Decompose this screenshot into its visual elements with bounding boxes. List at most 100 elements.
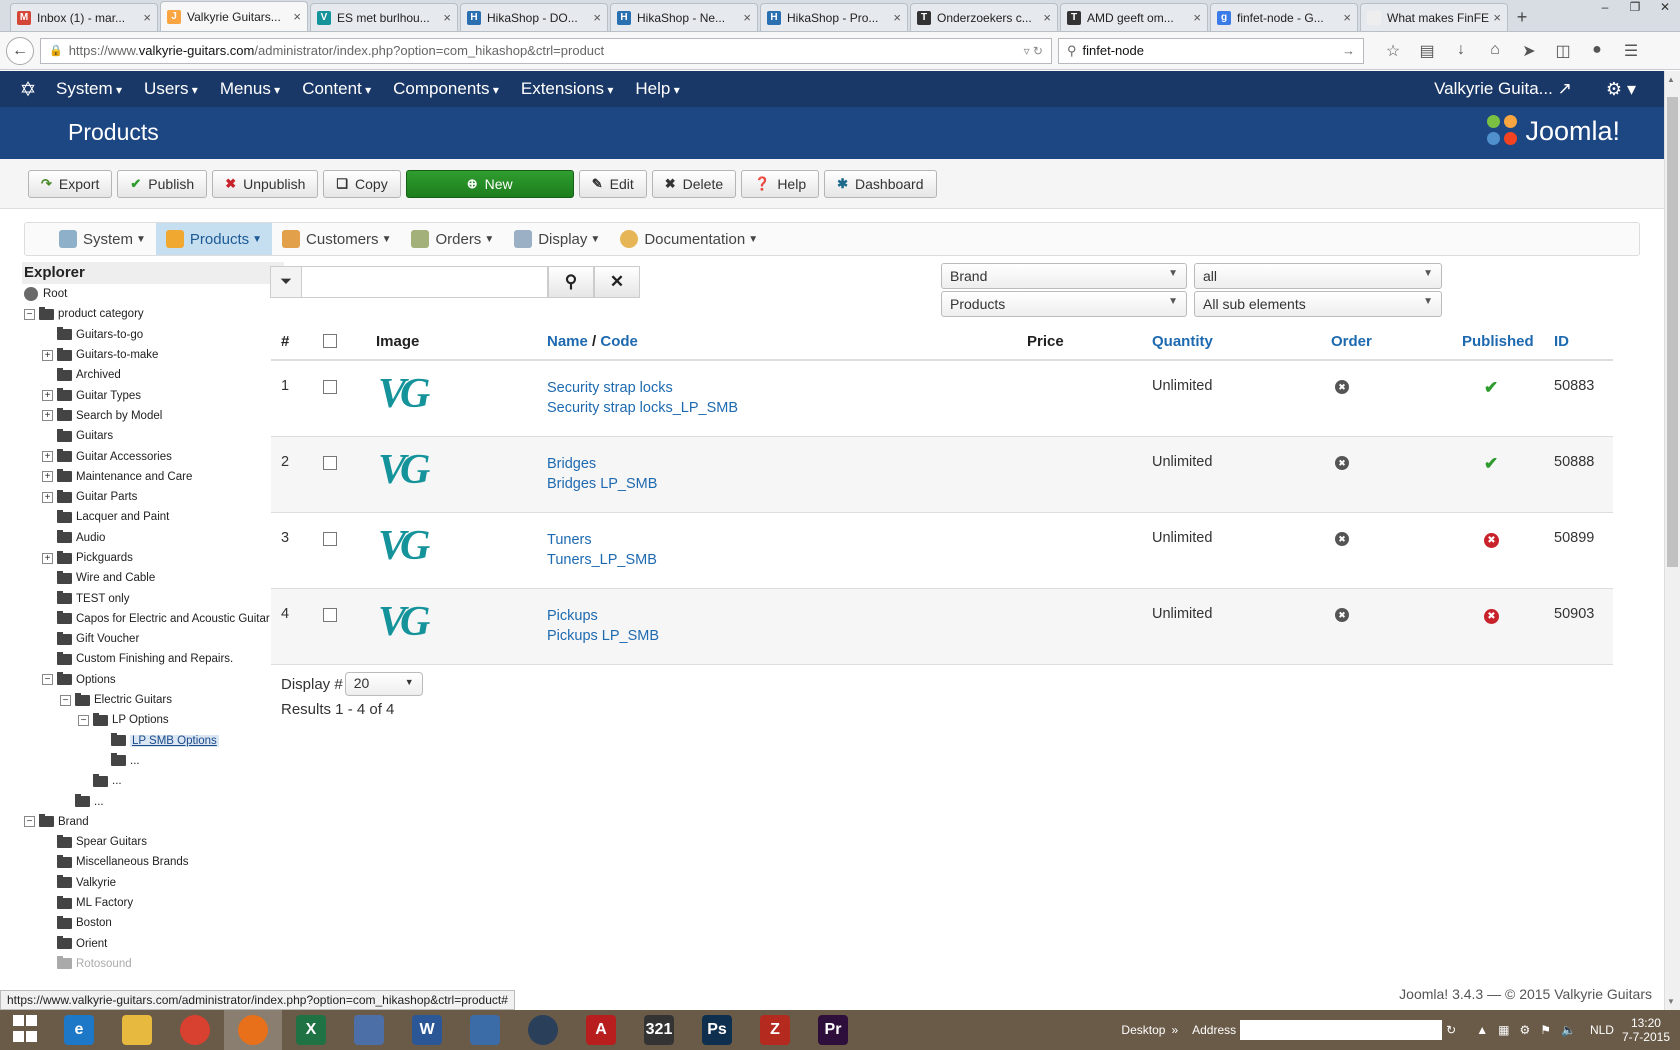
- hika-menu-display[interactable]: Display ▼: [504, 223, 610, 255]
- sort-by-order[interactable]: Order: [1331, 324, 1462, 361]
- tab-close-icon[interactable]: ×: [1043, 10, 1051, 25]
- dashboard-button[interactable]: ✱ Dashboard: [824, 169, 937, 198]
- row-checkbox[interactable]: [323, 380, 337, 394]
- browser-tab[interactable]: V ES met burlhou... ×: [310, 3, 458, 31]
- new-tab-button[interactable]: +: [1510, 5, 1534, 31]
- expand-plus-icon[interactable]: +: [42, 552, 53, 564]
- tree-node[interactable]: ...: [22, 751, 284, 771]
- display-count-select[interactable]: 20 ▼: [344, 672, 423, 696]
- tree-node[interactable]: Root: [22, 284, 284, 304]
- tree-node[interactable]: ...: [22, 771, 284, 791]
- tree-node[interactable]: Miscellaneous Brands: [22, 852, 284, 872]
- product-image-vg-logo[interactable]: VG: [378, 601, 547, 643]
- browser-tab[interactable]: T AMD geeft om... ×: [1060, 3, 1208, 31]
- product-code-link[interactable]: Bridges LP_SMB: [547, 474, 1027, 494]
- tree-node[interactable]: − Electric Guitars: [22, 690, 284, 710]
- taskbar-app-chrome[interactable]: [166, 1010, 224, 1050]
- tab-close-icon[interactable]: ×: [1343, 10, 1351, 25]
- order-remove-icon[interactable]: ✖: [1335, 455, 1349, 470]
- clear-search-button[interactable]: ✕: [594, 266, 640, 298]
- edit-button[interactable]: ✎ Edit: [578, 169, 647, 198]
- joomla-small-logo-icon[interactable]: ✡: [0, 77, 56, 102]
- scroll-up-icon[interactable]: ▲: [1667, 75, 1675, 84]
- taskbar-app-pen[interactable]: [340, 1010, 398, 1050]
- tree-node[interactable]: Spear Guitars: [22, 832, 284, 852]
- tree-node[interactable]: Gift Voucher: [22, 629, 284, 649]
- collapse-minus-icon[interactable]: −: [42, 674, 53, 686]
- browser-tab[interactable]: H HikaShop - Ne... ×: [610, 3, 758, 31]
- tab-close-icon[interactable]: ×: [293, 9, 301, 24]
- product-code-link[interactable]: Tuners_LP_SMB: [547, 550, 1027, 570]
- tab-close-icon[interactable]: ×: [743, 10, 751, 25]
- home-icon[interactable]: ⌂: [1478, 41, 1512, 61]
- page-scrollbar[interactable]: ▲ ▼: [1664, 71, 1680, 1010]
- sub-elements-select[interactable]: All sub elements ▼: [1194, 291, 1442, 317]
- browser-tab[interactable]: M Inbox (1) - mar... ×: [10, 3, 158, 31]
- export-button[interactable]: ↷ Export: [28, 169, 113, 198]
- tree-node[interactable]: Boston: [22, 913, 284, 933]
- tab-close-icon[interactable]: ×: [143, 10, 151, 25]
- refresh-icon[interactable]: ↻: [1446, 1023, 1456, 1037]
- chevron-icon[interactable]: »: [1171, 1023, 1178, 1037]
- reading-list-icon[interactable]: ▤: [1410, 41, 1444, 61]
- order-remove-icon[interactable]: ✖: [1335, 380, 1349, 394]
- product-image-vg-logo[interactable]: VG: [378, 449, 547, 491]
- taskbar-app-steam[interactable]: [514, 1010, 572, 1050]
- browser-tab[interactable]: g finfet-node - G... ×: [1210, 3, 1358, 31]
- taskbar-app-ie[interactable]: e: [50, 1010, 108, 1050]
- chat-icon[interactable]: ●: [1580, 41, 1614, 61]
- tree-node[interactable]: Valkyrie: [22, 873, 284, 893]
- tab-close-icon[interactable]: ×: [893, 10, 901, 25]
- tree-node[interactable]: − Options: [22, 670, 284, 690]
- pocket-icon[interactable]: ◫: [1546, 41, 1580, 61]
- delete-button[interactable]: ✖ Delete: [651, 169, 737, 198]
- site-link[interactable]: Valkyrie Guita... ↗: [1434, 79, 1572, 99]
- browser-tab[interactable]: T Onderzoekers c... ×: [910, 3, 1058, 31]
- search-button[interactable]: ⚲: [548, 266, 594, 298]
- type-filter-select[interactable]: Products ▼: [941, 291, 1187, 317]
- restore-icon[interactable]: ❐: [1620, 0, 1650, 20]
- expand-plus-icon[interactable]: +: [42, 491, 53, 503]
- product-name-link[interactable]: Bridges: [547, 454, 1027, 474]
- all-filter-select[interactable]: all ▼: [1194, 263, 1442, 289]
- taskbar-app-filezilla[interactable]: Z: [746, 1010, 804, 1050]
- expand-plus-icon[interactable]: +: [42, 349, 53, 361]
- expand-plus-icon[interactable]: +: [42, 390, 53, 402]
- tree-node[interactable]: − Brand: [22, 812, 284, 832]
- browser-tab[interactable]: H HikaShop - Pro... ×: [760, 3, 908, 31]
- admin-menu-item[interactable]: Content: [302, 79, 371, 99]
- select-all-checkbox[interactable]: [323, 333, 337, 348]
- taskbar-app-photoshop[interactable]: Ps: [688, 1010, 746, 1050]
- taskbar-app-premiere[interactable]: Pr: [804, 1010, 862, 1050]
- taskbar-address-input[interactable]: [1240, 1020, 1443, 1040]
- sort-by-id[interactable]: ID: [1554, 324, 1613, 361]
- product-name-link[interactable]: Tuners: [547, 530, 1027, 550]
- tray-up-arrow-icon[interactable]: ▲: [1476, 1023, 1488, 1037]
- tree-node[interactable]: + Maintenance and Care: [22, 467, 284, 487]
- windows-start-icon[interactable]: [0, 1010, 50, 1050]
- browser-tab[interactable]: What makes FinFET...×: [1360, 3, 1508, 31]
- volume-icon[interactable]: 🔈: [1561, 1023, 1576, 1037]
- minimize-icon[interactable]: –: [1590, 0, 1620, 20]
- tree-node[interactable]: − LP Options: [22, 710, 284, 730]
- product-name-link[interactable]: Pickups: [547, 606, 1027, 626]
- tree-node[interactable]: Lacquer and Paint: [22, 507, 284, 527]
- tab-close-icon[interactable]: ×: [1493, 10, 1501, 25]
- tree-node[interactable]: + Guitar Parts: [22, 487, 284, 507]
- unpublished-x-icon[interactable]: ✖: [1484, 608, 1499, 624]
- tree-node[interactable]: Capos for Electric and Acoustic Guitar: [22, 609, 284, 629]
- published-check-icon[interactable]: ✔: [1484, 454, 1498, 473]
- collapse-minus-icon[interactable]: −: [24, 816, 35, 828]
- menu-icon[interactable]: ☰: [1614, 41, 1648, 61]
- unpublish-button[interactable]: ✖ Unpublish: [212, 169, 319, 198]
- expand-plus-icon[interactable]: +: [42, 451, 53, 463]
- tree-node[interactable]: Wire and Cable: [22, 568, 284, 588]
- tree-node[interactable]: LP SMB Options: [22, 731, 284, 751]
- tray-gear-icon[interactable]: ⚙: [1519, 1023, 1530, 1037]
- new-button[interactable]: ⊕ New: [405, 169, 574, 198]
- collapse-minus-icon[interactable]: −: [24, 308, 35, 320]
- scrollbar-thumb[interactable]: [1667, 97, 1678, 567]
- tab-close-icon[interactable]: ×: [443, 10, 451, 25]
- product-image-vg-logo[interactable]: VG: [378, 373, 547, 415]
- tree-node[interactable]: ...: [22, 791, 284, 811]
